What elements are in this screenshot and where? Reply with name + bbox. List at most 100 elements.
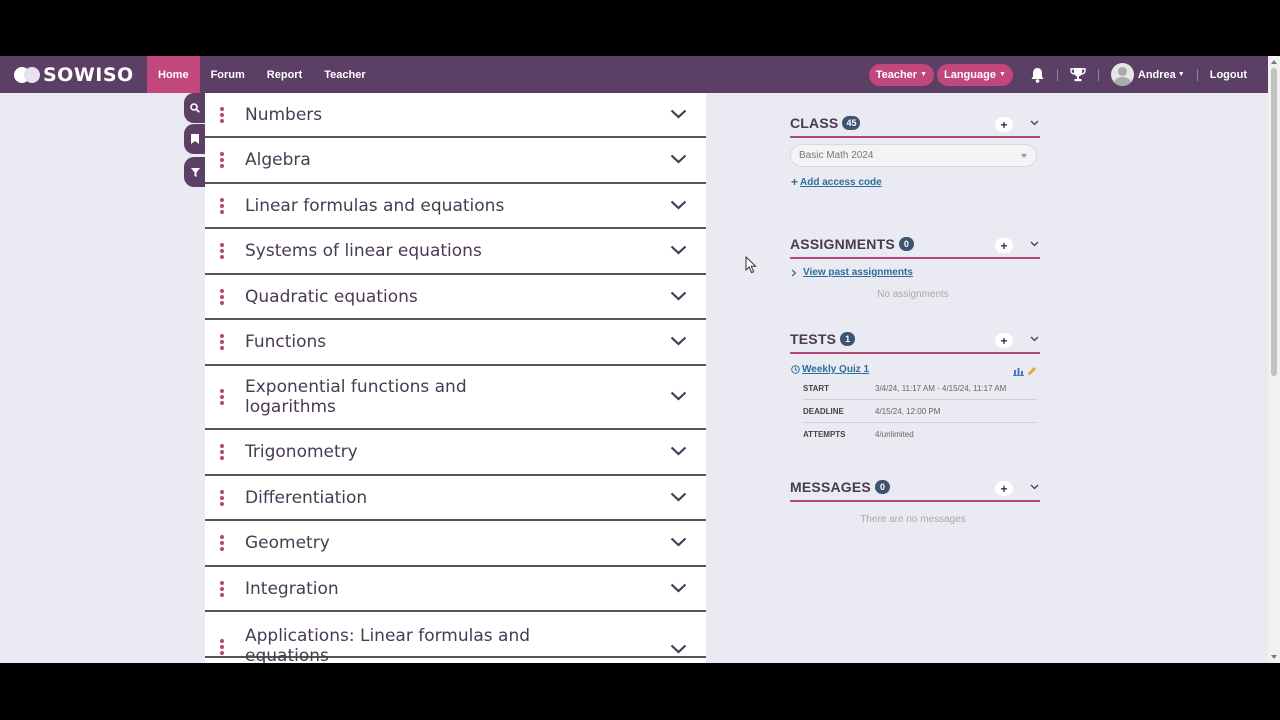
nav-tab-forum[interactable]: Forum	[200, 56, 256, 93]
scroll-thumb[interactable]	[1271, 68, 1277, 376]
test-item: Weekly Quiz 1	[791, 364, 869, 375]
test-attempts-label: ATTEMPTS	[803, 430, 846, 439]
drag-handle-icon[interactable]	[220, 151, 224, 169]
view-past-assignments-link[interactable]: View past assignments	[791, 267, 913, 278]
teacher-role-label: Teacher	[875, 68, 918, 81]
language-label: Language	[944, 68, 996, 81]
topic-title: Linear formulas and equations	[245, 195, 505, 216]
drag-handle-icon[interactable]	[220, 580, 224, 598]
user-menu[interactable]: Andrea ▼	[1110, 63, 1185, 86]
chevron-down-icon[interactable]	[670, 489, 687, 507]
topic-row[interactable]: Systems of linear equations	[205, 229, 706, 275]
topic-title: Functions	[245, 332, 327, 352]
tests-header: TESTS 1 +	[790, 326, 1040, 354]
topic-row[interactable]: Functions	[205, 320, 706, 366]
topic-row[interactable]: Exponential functions and logarithms	[205, 366, 706, 430]
drag-handle-icon[interactable]	[220, 443, 224, 461]
no-messages-text: There are no messages	[860, 514, 966, 525]
chevron-down-icon[interactable]	[670, 641, 687, 659]
chevron-down-icon[interactable]	[1030, 336, 1039, 342]
test-attempts-row: ATTEMPTS 4/unlimited	[803, 423, 1037, 446]
add-access-code-link[interactable]: + Add access code	[791, 175, 882, 189]
app-viewport: SOWISO Home Forum Report Teacher Teacher…	[0, 56, 1280, 663]
topic-row[interactable]: Numbers	[205, 93, 706, 138]
chevron-down-icon[interactable]	[1030, 484, 1039, 490]
side-search-tab[interactable]	[184, 93, 206, 123]
topic-row[interactable]: Geometry	[205, 521, 706, 567]
drag-handle-icon[interactable]	[220, 333, 224, 351]
chevron-down-icon[interactable]	[670, 580, 687, 598]
chevron-down-icon[interactable]	[670, 333, 687, 351]
nav-divider	[1097, 68, 1099, 81]
topic-row[interactable]: Integration	[205, 567, 706, 612]
filter-icon	[190, 167, 200, 177]
nav-divider	[1056, 68, 1058, 81]
bar-chart-icon[interactable]	[1013, 367, 1024, 376]
side-bookmark-tab[interactable]	[184, 124, 206, 154]
tests-section: TESTS 1 + Weekly Quiz 1 START 3/4/24, 11…	[790, 326, 1040, 439]
drag-handle-icon[interactable]	[220, 242, 224, 260]
nav-tab-report[interactable]: Report	[256, 56, 313, 93]
chevron-down-icon[interactable]	[670, 288, 687, 306]
chevron-down-icon[interactable]	[670, 197, 687, 215]
bell-icon[interactable]	[1030, 67, 1045, 83]
caret-down-icon: ▼	[998, 71, 1006, 78]
language-dropdown[interactable]: Language ▼	[937, 63, 1013, 86]
chevron-down-icon[interactable]	[670, 242, 687, 260]
chevron-down-icon[interactable]	[670, 443, 687, 461]
chevron-right-icon	[791, 269, 797, 276]
class-select[interactable]: Basic Math 2024	[790, 144, 1037, 167]
topic-title: Differentiation	[245, 487, 368, 508]
test-start-label: START	[803, 383, 830, 393]
chevron-down-icon[interactable]	[670, 534, 687, 552]
side-filter-tab[interactable]	[184, 157, 206, 187]
sowiso-logo[interactable]: SOWISO	[14, 64, 134, 86]
drag-handle-icon[interactable]	[220, 489, 224, 507]
chevron-down-icon[interactable]	[670, 388, 687, 406]
topic-title: Algebra	[245, 150, 311, 170]
test-deadline-row: DEADLINE 4/15/24, 12:00 PM	[803, 400, 1037, 423]
drag-handle-icon[interactable]	[220, 534, 224, 552]
topic-title: Exponential functions and logarithms	[245, 377, 467, 417]
chevron-down-icon[interactable]	[670, 151, 687, 169]
topic-title: Quadratic equations	[245, 286, 418, 307]
drag-handle-icon[interactable]	[220, 288, 224, 306]
trophy-icon[interactable]	[1070, 67, 1086, 82]
add-assignment-button[interactable]: +	[995, 238, 1013, 253]
topics-list: Numbers Algebra Linear formulas and equati…	[205, 93, 706, 663]
topic-row[interactable]: Linear formulas and equations	[205, 184, 706, 229]
logout-link[interactable]: Logout	[1210, 69, 1247, 81]
add-message-button[interactable]: +	[995, 481, 1013, 496]
nav-tab-teacher[interactable]: Teacher	[313, 56, 376, 93]
scroll-up-arrow-icon[interactable]	[1271, 60, 1277, 64]
topic-title: Integration	[245, 578, 339, 599]
scroll-down-arrow-icon[interactable]	[1271, 655, 1277, 659]
test-name-link[interactable]: Weekly Quiz 1	[802, 364, 869, 375]
drag-handle-icon[interactable]	[220, 106, 224, 124]
topic-row[interactable]: Algebra	[205, 138, 706, 184]
nav-tab-home[interactable]: Home	[147, 56, 200, 93]
chevron-down-icon[interactable]	[1030, 241, 1039, 247]
drag-handle-icon[interactable]	[220, 638, 224, 656]
topic-title: Geometry	[245, 533, 330, 553]
drag-handle-icon[interactable]	[220, 388, 224, 406]
test-deadline-label: DEADLINE	[803, 406, 844, 416]
chevron-down-icon[interactable]	[670, 106, 687, 124]
teacher-role-dropdown[interactable]: Teacher ▼	[868, 63, 934, 86]
page-scrollbar[interactable]	[1268, 56, 1280, 663]
logo-text: SOWISO	[43, 63, 134, 86]
mouse-cursor-icon	[745, 256, 757, 274]
chevron-down-icon[interactable]	[1030, 120, 1039, 126]
nav-divider	[1196, 68, 1198, 81]
add-test-button[interactable]: +	[995, 333, 1013, 348]
caret-down-icon	[1021, 154, 1027, 158]
pencil-icon[interactable]	[1027, 366, 1037, 376]
topic-row[interactable]: Applications: Linear formulas and equati…	[205, 612, 706, 663]
topic-row[interactable]: Trigonometry	[205, 430, 706, 476]
drag-handle-icon[interactable]	[220, 197, 224, 215]
tests-count-badge: 1	[840, 332, 856, 346]
test-start-row: START 3/4/24, 11:17 AM - 4/15/24, 11:17 …	[803, 377, 1037, 400]
topic-row[interactable]: Quadratic equations	[205, 275, 706, 320]
add-class-button[interactable]: +	[995, 117, 1013, 132]
topic-row[interactable]: Differentiation	[205, 476, 706, 521]
